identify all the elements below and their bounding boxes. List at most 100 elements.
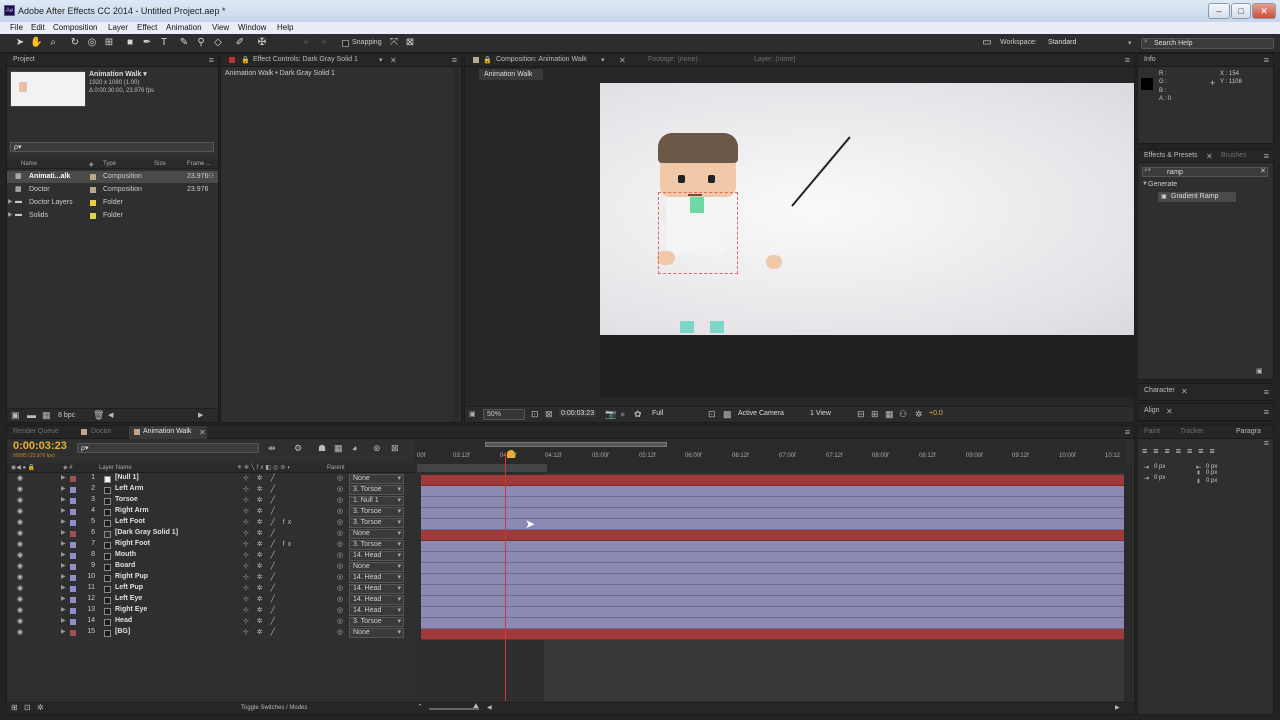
- project-item[interactable]: ▶ ▬ Solids Folder: [7, 210, 218, 222]
- space-before-value[interactable]: 0 px: [1206, 470, 1217, 476]
- puppet-tool-icon[interactable]: ✠: [256, 37, 268, 49]
- tab-doctor[interactable]: Doctor: [91, 428, 112, 439]
- layer-name[interactable]: Board: [115, 562, 135, 569]
- label-swatch[interactable]: [70, 520, 76, 526]
- menu-view[interactable]: View: [212, 23, 229, 32]
- current-time-display[interactable]: 0:00:03:23: [13, 440, 67, 452]
- brainstorm-icon[interactable]: ⊠: [391, 443, 399, 454]
- column-name[interactable]: Name: [21, 161, 37, 167]
- parent-pickwhip-icon[interactable]: ◎: [337, 595, 343, 603]
- layer-row[interactable]: ◉ ▶ 4 Right Arm ⊹ ✲ ╱ ◎ 3. Torsoe: [13, 507, 415, 518]
- project-search-input[interactable]: ρ▾: [10, 142, 214, 152]
- selection-tool-icon[interactable]: ➤: [14, 37, 26, 49]
- layer-switches[interactable]: ⊹ ✲ ╱: [243, 485, 278, 493]
- layer-switches[interactable]: ⊹ ✲ ╱: [243, 606, 278, 614]
- panel-menu-icon[interactable]: ≡: [1125, 55, 1130, 65]
- draft-3d-icon[interactable]: ⚙: [294, 443, 302, 454]
- layer-name[interactable]: Left Eye: [115, 595, 142, 602]
- snap-edge-icon[interactable]: ⤧: [388, 37, 400, 49]
- snapshot-icon[interactable]: 📷: [605, 409, 616, 420]
- eye-icon[interactable]: ◉: [17, 474, 23, 482]
- eye-icon[interactable]: ◉: [17, 617, 23, 625]
- timeline-zoom-slider[interactable]: [429, 708, 479, 710]
- close-icon[interactable]: ✕: [390, 56, 397, 65]
- layer-switches[interactable]: ⊹ ✲ ╱: [243, 595, 278, 603]
- menu-layer[interactable]: Layer: [108, 23, 128, 32]
- exposure-value[interactable]: +0.0: [929, 410, 943, 417]
- parent-column[interactable]: Parent: [327, 465, 345, 471]
- parent-pickwhip-icon[interactable]: ◎: [337, 507, 343, 515]
- view-layout-dropdown[interactable]: 1 View: [810, 410, 831, 417]
- expand-triangle-icon[interactable]: ▶: [61, 485, 66, 492]
- layer-row[interactable]: ◉ ▶ 6 [Dark Gray Solid 1] ⊹ ✲ ╱ ◎ None: [13, 529, 415, 540]
- layer-name[interactable]: Right Eye: [115, 606, 147, 613]
- eraser-tool-icon[interactable]: ◇: [212, 37, 224, 49]
- new-preset-icon[interactable]: ▣: [1256, 367, 1263, 375]
- column-size[interactable]: Size: [154, 161, 166, 167]
- shy-layers-icon[interactable]: ☗: [318, 443, 326, 454]
- eye-icon[interactable]: ◉: [17, 606, 23, 614]
- column-frame[interactable]: Frame ...: [187, 161, 211, 167]
- parent-pickwhip-icon[interactable]: ◎: [337, 562, 343, 570]
- snapping-checkbox[interactable]: [342, 40, 349, 47]
- parent-dropdown[interactable]: 14. Head: [349, 584, 404, 594]
- always-preview-icon[interactable]: ▣: [469, 410, 476, 418]
- work-area-bar[interactable]: [485, 442, 667, 447]
- indent-left-value[interactable]: 0 px: [1154, 464, 1165, 470]
- eye-icon[interactable]: ◉: [17, 518, 23, 526]
- panel-menu-icon[interactable]: ≡: [1125, 427, 1130, 437]
- label-swatch[interactable]: [70, 597, 76, 603]
- layer-switches[interactable]: ⊹ ✲ ╱: [243, 573, 278, 581]
- eye-icon[interactable]: ◉: [17, 628, 23, 636]
- tab-info[interactable]: Info: [1144, 56, 1156, 67]
- minimize-button[interactable]: –: [1208, 3, 1230, 19]
- eye-icon[interactable]: ◉: [17, 496, 23, 504]
- tab-project[interactable]: Project: [13, 56, 35, 67]
- layer-name[interactable]: [Null 1]: [115, 474, 139, 481]
- label-swatch[interactable]: [90, 187, 96, 193]
- close-icon[interactable]: ✕: [1166, 407, 1173, 416]
- tab-character[interactable]: Character: [1144, 387, 1175, 398]
- eye-icon[interactable]: ◉: [17, 573, 23, 581]
- toggle-switches-modes-button[interactable]: Toggle Switches / Modes: [241, 705, 307, 711]
- chevron-down-icon[interactable]: ▾: [379, 56, 383, 64]
- parent-pickwhip-icon[interactable]: ◎: [337, 518, 343, 526]
- time-ruler[interactable]: 00f 03:12f 04:00f 04:12f 05:00f 05:12f 0…: [415, 440, 1127, 473]
- parent-pickwhip-icon[interactable]: ◎: [337, 573, 343, 581]
- layer-name[interactable]: Left Foot: [115, 518, 145, 525]
- parent-dropdown[interactable]: None: [349, 628, 404, 638]
- in-out-toggle-icon[interactable]: ✲: [37, 703, 44, 712]
- scroll-left-icon[interactable]: ◀: [108, 411, 113, 419]
- eye-icon[interactable]: ◉: [17, 485, 23, 493]
- layer-row[interactable]: ◉ ▶ 15 [BG] ⊹ ✲ ╱ ◎ None: [13, 628, 415, 639]
- parent-dropdown[interactable]: None: [349, 474, 404, 484]
- layer-duration-bar[interactable]: [421, 618, 1129, 629]
- layer-row[interactable]: ◉ ▶ 5 Left Foot ⊹ ✲ ╱ fx ◎ 3. Torsoe: [13, 518, 415, 529]
- expand-triangle-icon[interactable]: ▶: [8, 198, 13, 205]
- label-swatch[interactable]: [90, 200, 96, 206]
- expand-triangle-icon[interactable]: ▶: [61, 518, 66, 525]
- parent-pickwhip-icon[interactable]: ◎: [337, 485, 343, 493]
- layer-name[interactable]: Mouth: [115, 551, 136, 558]
- tab-paint[interactable]: Paint: [1144, 428, 1160, 439]
- parent-pickwhip-icon[interactable]: ◎: [337, 617, 343, 625]
- layer-duration-bar[interactable]: [421, 585, 1129, 596]
- expand-triangle-icon[interactable]: ▶: [61, 573, 66, 580]
- layer-switches[interactable]: ⊹ ✲ ╱: [243, 474, 278, 482]
- layer-name-column[interactable]: Layer Name: [99, 465, 132, 471]
- label-swatch[interactable]: [70, 509, 76, 515]
- parent-dropdown[interactable]: 14. Head: [349, 551, 404, 561]
- parent-dropdown[interactable]: None: [349, 529, 404, 539]
- scroll-left-icon[interactable]: ◀: [487, 704, 492, 711]
- layer-switches[interactable]: ⊹ ✲ ╱: [243, 562, 278, 570]
- channel-icon[interactable]: ✿: [634, 409, 642, 420]
- motion-blur-icon[interactable]: ◕: [352, 443, 357, 453]
- label-swatch[interactable]: [70, 553, 76, 559]
- parent-pickwhip-icon[interactable]: ◎: [337, 529, 343, 537]
- show-snapshot-icon[interactable]: ●: [620, 409, 625, 419]
- parent-dropdown[interactable]: 14. Head: [349, 595, 404, 605]
- layer-name[interactable]: Head: [115, 617, 132, 624]
- region-of-interest-icon[interactable]: ⊡: [708, 409, 716, 420]
- composition-canvas[interactable]: [600, 83, 1134, 335]
- safe-zones-icon[interactable]: ⊡: [531, 409, 539, 420]
